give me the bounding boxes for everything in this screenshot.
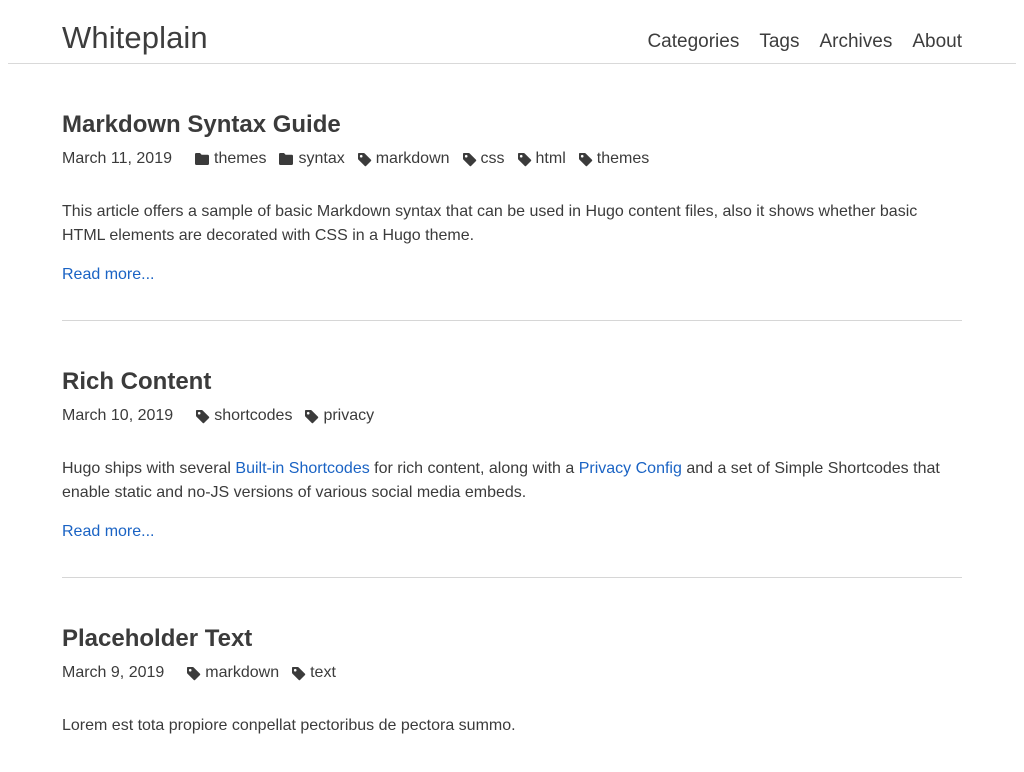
post-item: Placeholder Text March 9, 2019 markdown … — [62, 578, 962, 772]
tag-icon — [578, 152, 593, 167]
summary-text: for rich content, along with a — [369, 460, 579, 477]
tag-link-markdown[interactable]: markdown — [357, 148, 450, 170]
tag-label: css — [480, 150, 505, 167]
tag-icon — [462, 152, 477, 167]
post-meta: March 10, 2019 shortcodes privacy — [62, 405, 962, 427]
post-summary: Lorem est tota propiore conpellat pector… — [62, 717, 516, 734]
post-date: March 10, 2019 — [62, 407, 174, 424]
post-meta: March 11, 2019 themes syntax markdown cs… — [62, 148, 962, 170]
tag-link-privacy[interactable]: privacy — [304, 405, 374, 427]
post-date: March 11, 2019 — [62, 150, 172, 167]
tag-link-markdown[interactable]: markdown — [186, 662, 279, 684]
category-link-themes[interactable]: themes — [194, 148, 266, 170]
read-more-link[interactable]: Read more... — [62, 264, 154, 286]
tag-label: shortcodes — [214, 407, 293, 424]
folder-icon — [194, 152, 210, 166]
post-title[interactable]: Placeholder Text — [62, 624, 962, 654]
post-title[interactable]: Rich Content — [62, 367, 962, 397]
post-item: Rich Content March 10, 2019 shortcodes p… — [62, 321, 962, 578]
nav-item-archives[interactable]: Archives — [819, 29, 892, 55]
tag-icon — [291, 666, 306, 681]
post-summary: This article offers a sample of basic Ma… — [62, 203, 918, 244]
tag-label: themes — [596, 150, 650, 167]
post-title[interactable]: Markdown Syntax Guide — [62, 110, 962, 140]
tag-label: markdown — [375, 150, 450, 167]
site-header: Whiteplain Categories Tags Archives Abou… — [8, 0, 1016, 64]
site-title-link[interactable]: Whiteplain — [62, 19, 208, 57]
nav-item-about[interactable]: About — [912, 29, 962, 55]
post-list: Markdown Syntax Guide March 11, 2019 the… — [62, 64, 962, 772]
post-summary: Hugo ships with several Built-in Shortco… — [62, 457, 962, 505]
privacy-config-link[interactable]: Privacy Config — [579, 460, 682, 477]
tag-link-themes[interactable]: themes — [578, 148, 649, 170]
summary-text: Hugo ships with several — [62, 460, 236, 477]
tag-label: html — [535, 150, 566, 167]
tag-icon — [357, 152, 372, 167]
tag-link-shortcodes[interactable]: shortcodes — [195, 405, 292, 427]
tag-icon — [186, 666, 201, 681]
nav-item-tags[interactable]: Tags — [759, 29, 799, 55]
tag-icon — [195, 409, 210, 424]
tag-link-css[interactable]: css — [462, 148, 505, 170]
post-date: March 9, 2019 — [62, 664, 165, 681]
category-label: syntax — [298, 150, 345, 167]
nav-item-categories[interactable]: Categories — [647, 29, 739, 55]
tag-link-text[interactable]: text — [291, 662, 336, 684]
read-more-link[interactable]: Read more... — [62, 521, 154, 543]
tag-label: markdown — [205, 664, 280, 681]
post-meta: March 9, 2019 markdown text — [62, 662, 962, 684]
tag-icon — [517, 152, 532, 167]
tag-icon — [304, 409, 319, 424]
tag-label: text — [310, 664, 336, 681]
post-item: Markdown Syntax Guide March 11, 2019 the… — [62, 64, 962, 321]
category-link-syntax[interactable]: syntax — [278, 148, 345, 170]
tag-label: privacy — [323, 407, 375, 424]
category-label: themes — [214, 150, 267, 167]
main-nav: Categories Tags Archives About — [647, 29, 962, 55]
tag-link-html[interactable]: html — [517, 148, 566, 170]
built-in-shortcodes-link[interactable]: Built-in Shortcodes — [235, 460, 369, 477]
folder-icon — [278, 152, 294, 166]
